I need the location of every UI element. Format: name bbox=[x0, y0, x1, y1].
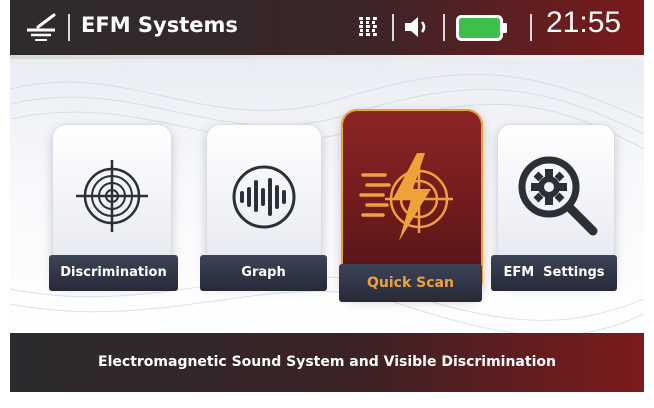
header-separator bbox=[530, 14, 532, 41]
header-separator bbox=[392, 14, 394, 41]
app-title: EFM Systems bbox=[81, 13, 238, 37]
header-separator bbox=[443, 14, 445, 41]
discrimination-label[interactable]: Discrimination bbox=[49, 255, 178, 291]
main-menu: Discrimination Graph Quick Scan EFM Sett… bbox=[10, 59, 644, 333]
description-text: Electromagnetic Sound System and Visible… bbox=[98, 354, 556, 370]
volume-icon[interactable] bbox=[403, 15, 431, 39]
description-banner: Electromagnetic Sound System and Visible… bbox=[10, 333, 644, 392]
device-screen: EFM Systems 21:55 Discrimination Graph Q… bbox=[10, 0, 644, 392]
gear-magnifier-icon bbox=[518, 156, 598, 236]
graph-label[interactable]: Graph bbox=[200, 255, 327, 291]
signal-strength-icon bbox=[359, 17, 377, 36]
lightning-radar-icon bbox=[359, 153, 453, 241]
battery-icon bbox=[456, 15, 507, 41]
header-separator bbox=[68, 14, 70, 41]
quick-scan-label[interactable]: Quick Scan bbox=[339, 264, 482, 302]
metal-detector-icon[interactable] bbox=[24, 12, 58, 44]
clock: 21:55 bbox=[546, 6, 622, 39]
status-header: EFM Systems 21:55 bbox=[10, 0, 644, 55]
efm-settings-label[interactable]: EFM Settings bbox=[491, 255, 617, 291]
waveform-icon bbox=[232, 165, 296, 229]
crosshair-icon bbox=[76, 160, 148, 232]
